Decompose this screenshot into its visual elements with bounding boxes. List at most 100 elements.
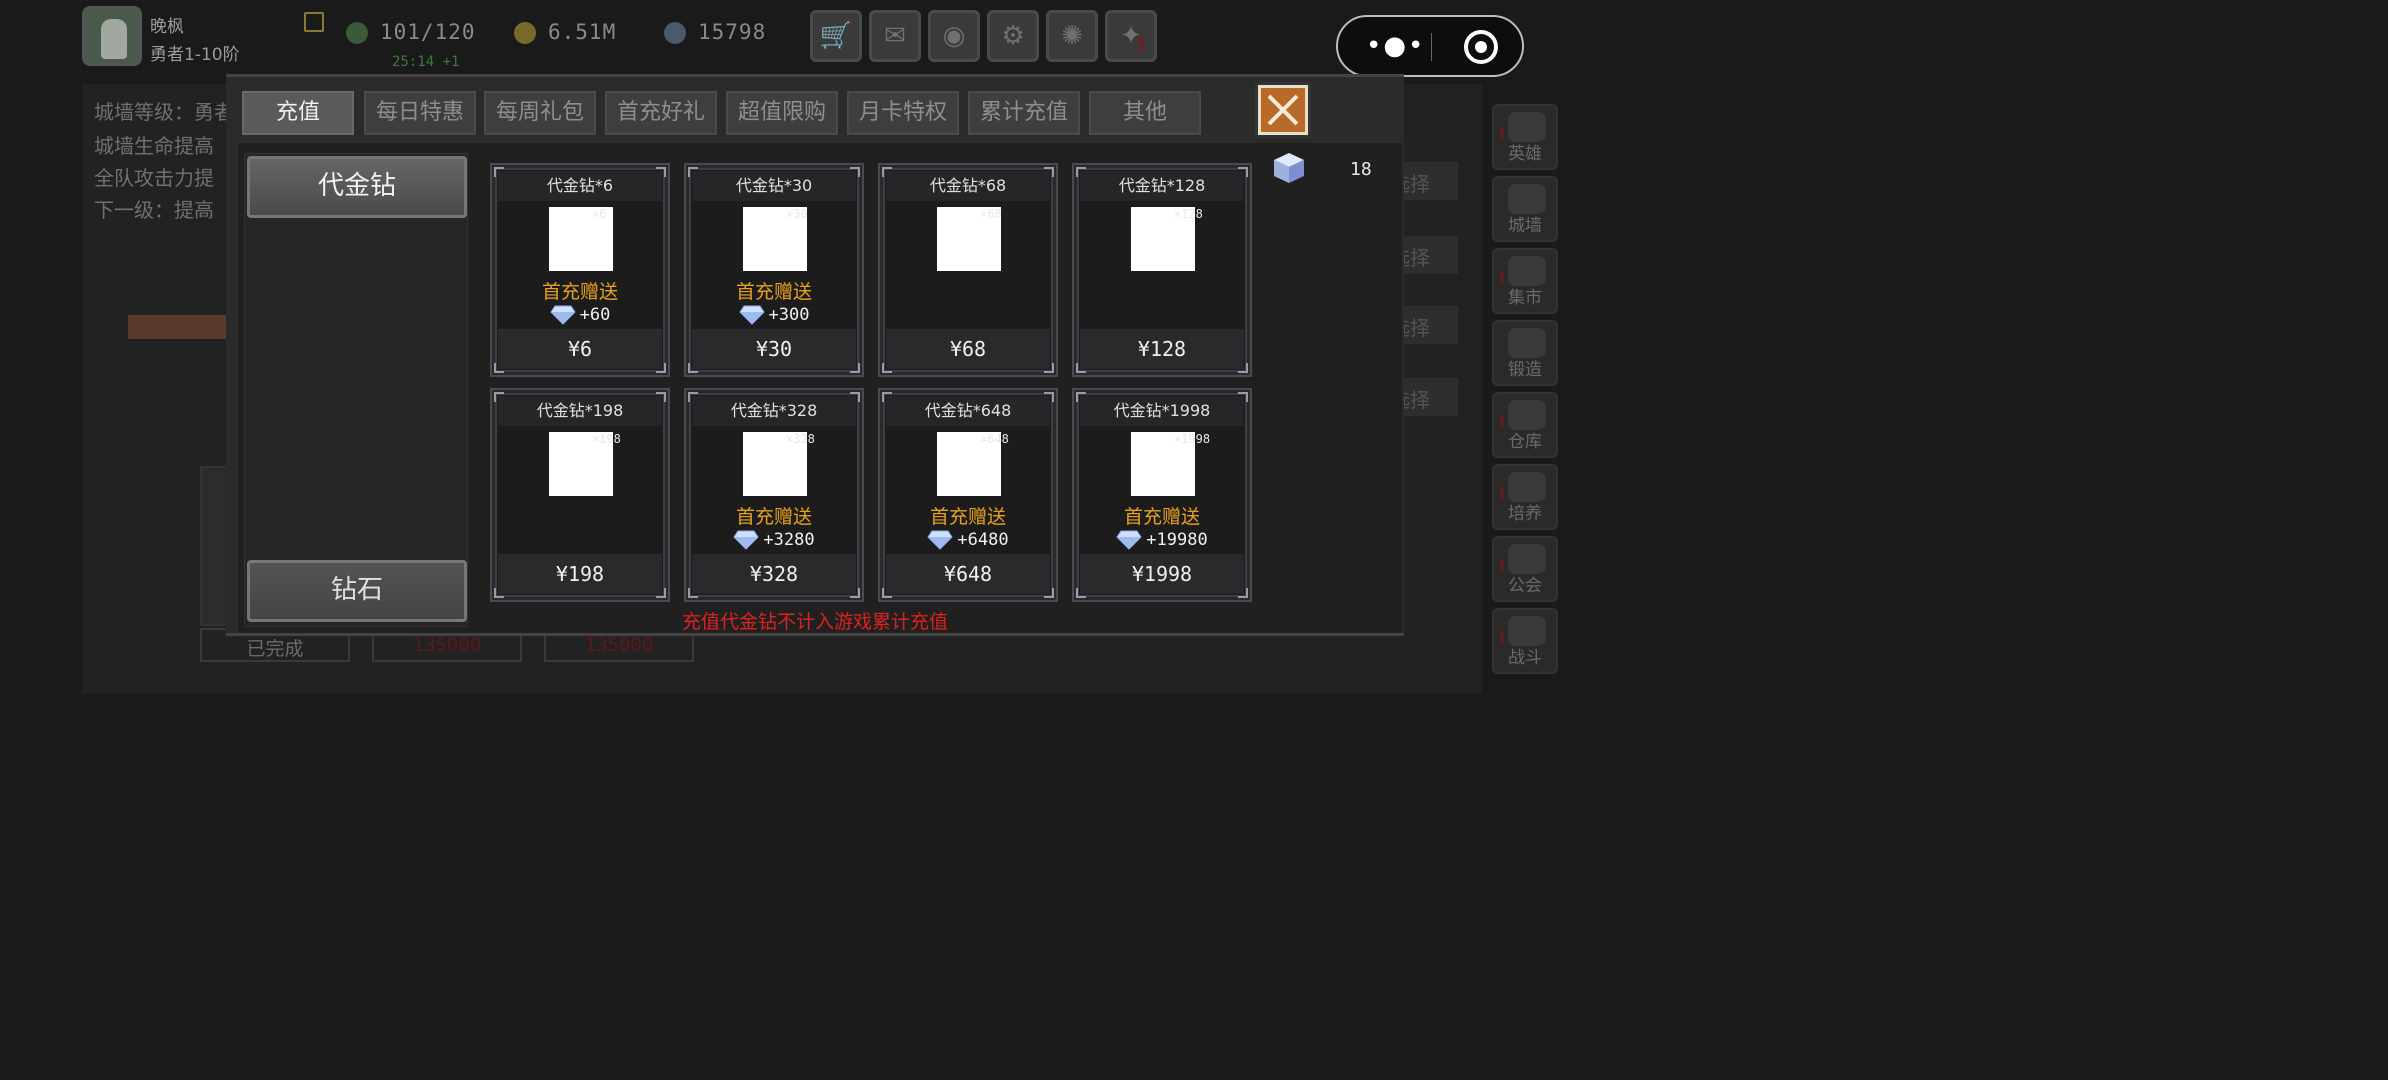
tab-monthly-card[interactable]: 月卡特权 bbox=[847, 91, 959, 135]
product-price-button[interactable]: ¥1998 bbox=[1080, 554, 1244, 594]
product-price-button[interactable]: ¥198 bbox=[498, 554, 662, 594]
bonus-gems: +3280 bbox=[686, 530, 862, 550]
diamond-icon bbox=[927, 530, 954, 550]
sidebar-item-warehouse[interactable]: ! 仓库 bbox=[1492, 392, 1558, 458]
sidebar-item-battle[interactable]: ! 战斗 bbox=[1492, 608, 1558, 674]
product-card[interactable]: 代金钻*1998 ×1998 首充赠送 +19980 ¥1998 bbox=[1072, 388, 1252, 602]
sidebar-label: 锻造 bbox=[1508, 360, 1542, 380]
chest-icon bbox=[1508, 400, 1546, 430]
energy-timer: 25:14 +1 bbox=[392, 54, 460, 70]
edit-name-icon[interactable] bbox=[304, 12, 324, 32]
guild-icon bbox=[1508, 544, 1546, 574]
product-card[interactable]: 代金钻*6 ×6 首充赠送 +60 ¥6 bbox=[490, 163, 670, 377]
bg-text-line-3: 全队攻击力提 bbox=[94, 166, 214, 190]
pinwheel-icon: ✺ bbox=[1061, 21, 1083, 51]
product-price-button[interactable]: ¥648 bbox=[886, 554, 1050, 594]
chalice-icon bbox=[1508, 472, 1546, 502]
first-recharge-bonus-label: 首充赠送 bbox=[735, 506, 812, 528]
voucher-balance-value: 18 bbox=[1350, 159, 1372, 180]
gamepad-button[interactable]: ◉ bbox=[928, 10, 980, 62]
category-column: 代金钻 钻石 bbox=[244, 153, 468, 627]
sidebar-label: 公会 bbox=[1508, 576, 1542, 596]
product-price-button[interactable]: ¥128 bbox=[1080, 329, 1244, 369]
sidebar-item-wall[interactable]: 城墙 bbox=[1492, 176, 1558, 242]
product-title: 代金钻*128 bbox=[1080, 171, 1244, 201]
sidebar-item-market[interactable]: ! 集市 bbox=[1492, 248, 1558, 314]
more-options-icon[interactable]: •●• bbox=[1366, 31, 1425, 61]
product-card[interactable]: 代金钻*30 ×30 首充赠送 +300 ¥30 bbox=[684, 163, 864, 377]
tab-limited-offers[interactable]: 超值限购 bbox=[726, 91, 838, 135]
sidebar-item-forge[interactable]: 锻造 bbox=[1492, 320, 1558, 386]
mail-icon: ✉ bbox=[884, 21, 906, 51]
mail-button[interactable]: ✉ bbox=[869, 10, 921, 62]
shop-cart-button[interactable]: 🛒 bbox=[810, 10, 862, 62]
diamond-icon bbox=[1116, 530, 1142, 550]
recharge-notice: 充值代金钻不计入游戏累计充值 bbox=[681, 611, 948, 633]
product-quantity: ×648 bbox=[980, 432, 1009, 446]
recharge-modal: 充值 每日特惠 每周礼包 首充好礼 超值限购 月卡特权 累计充值 其他 代金钻 … bbox=[226, 74, 1404, 636]
product-card[interactable]: 代金钻*648 ×648 首充赠送 +6480 ¥648 bbox=[878, 388, 1058, 602]
tab-first-recharge[interactable]: 首充好礼 bbox=[605, 91, 717, 135]
player-rank: 勇者1-10阶 bbox=[150, 45, 240, 65]
wall-icon bbox=[1508, 184, 1546, 214]
close-button[interactable] bbox=[1255, 82, 1311, 138]
product-quantity: ×1998 bbox=[1174, 432, 1211, 446]
product-card[interactable]: 代金钻*128 ×128 ¥128 bbox=[1072, 163, 1252, 377]
gear-icon: ⚙ bbox=[1001, 21, 1025, 51]
first-recharge-bonus-label: 首充赠送 bbox=[929, 506, 1006, 528]
bonus-gems: +300 bbox=[686, 305, 862, 325]
diamond-icon bbox=[549, 305, 576, 325]
hero-icon bbox=[1508, 112, 1546, 142]
bonus-gems-value: +60 bbox=[579, 305, 611, 325]
close-miniprogram-icon[interactable] bbox=[1464, 30, 1498, 64]
product-quantity: ×68 bbox=[980, 207, 1002, 221]
gold-value: 6.51M bbox=[548, 20, 617, 44]
sidebar-item-guild[interactable]: ! 公会 bbox=[1492, 536, 1558, 602]
capsule-divider bbox=[1431, 33, 1432, 61]
product-card[interactable]: 代金钻*328 ×328 首充赠送 +3280 ¥328 bbox=[684, 388, 864, 602]
diamond-icon bbox=[733, 530, 760, 550]
bonus-gems-value: +300 bbox=[768, 305, 810, 325]
bonus-gems: +6480 bbox=[880, 530, 1056, 550]
category-voucher-diamond[interactable]: 代金钻 bbox=[247, 156, 467, 218]
fireworks-button[interactable]: ✦! bbox=[1105, 10, 1157, 62]
market-icon bbox=[1508, 256, 1546, 286]
player-avatar[interactable] bbox=[82, 6, 142, 66]
mini-program-capsule: •●• bbox=[1336, 15, 1524, 77]
product-title: 代金钻*1998 bbox=[1080, 396, 1244, 426]
product-price-button[interactable]: ¥6 bbox=[498, 329, 662, 369]
product-card[interactable]: 代金钻*68 ×68 ¥68 bbox=[878, 163, 1058, 377]
sidebar-item-hero[interactable]: ! 英雄 bbox=[1492, 104, 1558, 170]
pinwheel-button[interactable]: ✺ bbox=[1046, 10, 1098, 62]
gamepad-icon: ◉ bbox=[942, 21, 966, 51]
bonus-gems: +60 bbox=[492, 305, 668, 325]
tab-weekly-pack[interactable]: 每周礼包 bbox=[484, 91, 596, 135]
product-quantity: ×128 bbox=[1174, 207, 1203, 221]
bg-text-line-2: 城墙生命提高 bbox=[94, 134, 214, 158]
product-title: 代金钻*6 bbox=[498, 171, 662, 201]
bg-text-line-1: 城墙等级：勇者 bbox=[94, 100, 234, 124]
product-title: 代金钻*198 bbox=[498, 396, 662, 426]
gold-coin-icon bbox=[514, 22, 536, 44]
first-recharge-bonus-label: 首充赠送 bbox=[541, 281, 618, 303]
tab-daily-deals[interactable]: 每日特惠 bbox=[364, 91, 476, 135]
sidebar-item-train[interactable]: ! 培养 bbox=[1492, 464, 1558, 530]
product-title: 代金钻*328 bbox=[692, 396, 856, 426]
tab-other[interactable]: 其他 bbox=[1089, 91, 1201, 135]
diamond-icon bbox=[738, 305, 765, 325]
product-price-button[interactable]: ¥30 bbox=[692, 329, 856, 369]
sidebar-label: 集市 bbox=[1508, 288, 1542, 308]
product-quantity: ×328 bbox=[786, 432, 815, 446]
tab-cumulative-recharge[interactable]: 累计充值 bbox=[968, 91, 1080, 135]
settings-button[interactable]: ⚙ bbox=[987, 10, 1039, 62]
voucher-balance: 18 bbox=[1268, 151, 1388, 191]
tab-recharge[interactable]: 充值 bbox=[242, 91, 354, 135]
alert-badge-icon: ! bbox=[1136, 33, 1146, 57]
bonus-gems: +19980 bbox=[1074, 530, 1250, 550]
ice-cube-icon bbox=[1274, 153, 1304, 183]
product-card[interactable]: 代金钻*198 ×198 ¥198 bbox=[490, 388, 670, 602]
gem-icon bbox=[664, 22, 686, 44]
bonus-gems-value: +6480 bbox=[957, 530, 1009, 550]
product-price-button[interactable]: ¥328 bbox=[692, 554, 856, 594]
product-price-button[interactable]: ¥68 bbox=[886, 329, 1050, 369]
